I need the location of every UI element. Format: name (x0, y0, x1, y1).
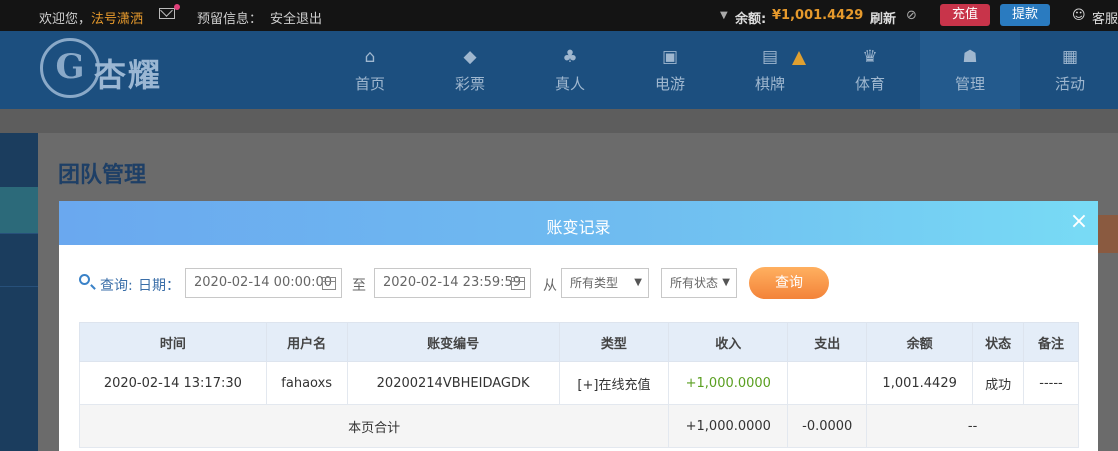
cell-remark: ----- (1023, 361, 1079, 405)
chat-icon[interactable]: ☺ (1072, 8, 1086, 23)
refresh-button[interactable]: 刷新 (870, 8, 896, 27)
from-label: 从 (543, 278, 557, 294)
notice-label: 预留信息： (197, 12, 263, 27)
column-header: 账变编号 (346, 322, 560, 362)
cell-username: fahaoxs (265, 361, 348, 405)
close-icon[interactable]: × (1068, 208, 1090, 236)
total-rest: -- (866, 404, 1079, 448)
column-header: 收入 (668, 322, 789, 362)
balance-value: ¥1,001.4429 (772, 8, 864, 23)
top-bar: 欢迎您， 法号潇洒 预留信息： 安全退出 ▼ 余额: ¥1,001.4429 刷… (0, 0, 1118, 31)
date-label: 日期： (138, 278, 180, 294)
query-button[interactable]: 查询 (749, 267, 829, 299)
logout-link[interactable]: 安全退出 (270, 8, 322, 27)
nav-label: 首页 (354, 75, 385, 93)
nav-management[interactable]: ☗ 管理 (920, 31, 1020, 109)
total-income: +1,000.0000 (668, 404, 789, 448)
management-icon: ☗ (962, 47, 978, 67)
page-title: 团队管理 (58, 163, 147, 188)
status-select[interactable]: 所有状态 ▼ (661, 268, 737, 298)
welcome-text: 欢迎您， (39, 12, 92, 27)
column-header: 余额 (866, 322, 974, 362)
nav-cards[interactable]: ▤ 棋牌 (720, 31, 820, 109)
nav-slots[interactable]: ▣ 电游 (620, 31, 720, 109)
column-header: 备注 (1023, 322, 1079, 362)
chevron-down-icon[interactable]: ▼ (720, 10, 728, 21)
table-row: 2020-02-14 13:17:30 fahaoxs 20200214VBHE… (79, 361, 1079, 405)
nav-label: 活动 (1054, 75, 1085, 93)
unread-dot (174, 4, 180, 10)
modal-header: 账变记录 × (59, 201, 1098, 245)
column-header: 用户名 (265, 322, 348, 362)
withdraw-button[interactable]: 提款 (1000, 4, 1051, 26)
nav-lottery[interactable]: ◆ 彩票 (420, 31, 520, 109)
column-header: 类型 (558, 322, 670, 362)
dropdown-arrow-icon: ▼ (722, 277, 730, 288)
gift-icon: ▦ (1061, 47, 1079, 67)
cell-balance: 1,001.4429 (866, 361, 974, 405)
hide-balance-icon[interactable]: ⊘ (906, 8, 920, 23)
cell-income: +1,000.0000 (668, 361, 789, 405)
nav-home[interactable]: ⌂ 首页 (320, 31, 420, 109)
nav-label: 电游 (654, 75, 685, 93)
end-date-input[interactable]: 2020-02-14 23:59:59 (374, 268, 531, 298)
transaction-table: 时间 用户名 账变编号 类型 收入 支出 余额 状态 备注 2020-02-14… (78, 322, 1079, 448)
logo-icon[interactable]: G (40, 38, 100, 98)
calendar-icon[interactable] (322, 277, 336, 290)
cell-transaction-id: 20200214VBHEIDAGDK (346, 361, 560, 405)
table-header-row: 时间 用户名 账变编号 类型 收入 支出 余额 状态 备注 (79, 322, 1079, 362)
cell-time: 2020-02-14 13:17:30 (79, 361, 267, 405)
trophy-icon: ♛ (862, 47, 878, 67)
cell-status: 成功 (972, 361, 1025, 405)
dropdown-arrow-icon: ▼ (634, 277, 642, 288)
sub-nav-bar (0, 109, 1118, 133)
table-total-row: 本页合计 +1,000.0000 -0.0000 -- (78, 404, 1079, 448)
sidebar (0, 133, 38, 451)
nav-live[interactable]: ♣ 真人 (520, 31, 620, 109)
recharge-button[interactable]: 充值 (940, 4, 991, 26)
calendar-icon[interactable] (511, 277, 525, 290)
background-tab-edge (1097, 215, 1118, 253)
type-select[interactable]: 所有类型 ▼ (561, 268, 649, 298)
start-date-input[interactable]: 2020-02-14 00:00:00 (185, 268, 342, 298)
username-link[interactable]: 法号潇洒 (91, 8, 143, 27)
cell-expense (787, 361, 868, 405)
column-header: 状态 (972, 322, 1025, 362)
home-icon: ⌂ (364, 47, 376, 67)
slot-game-icon: ▣ (661, 47, 679, 67)
column-header: 支出 (787, 322, 868, 362)
nav-sports[interactable]: ♛ 体育 (820, 31, 920, 109)
live-dealer-icon: ♣ (562, 47, 578, 67)
nav-label: 真人 (554, 75, 585, 93)
lottery-icon: ◆ (463, 47, 477, 67)
to-label: 至 (352, 278, 366, 294)
query-label: 查询: (100, 278, 133, 294)
sidebar-divider (0, 233, 38, 234)
nav-label: 棋牌 (754, 75, 785, 93)
sidebar-item-active[interactable] (0, 187, 38, 233)
nav-label: 体育 (854, 75, 885, 93)
service-link[interactable]: 客服 (1092, 8, 1118, 27)
balance-label: 余额: (735, 12, 767, 27)
logo-text[interactable]: 杏耀 (94, 50, 162, 96)
nav-label: 彩票 (454, 75, 485, 93)
modal-title: 账变记录 (546, 218, 611, 237)
nav-label: 管理 (954, 75, 985, 93)
hot-badge-icon (792, 51, 806, 65)
nav-promotions[interactable]: ▦ 活动 (1020, 31, 1118, 109)
total-label: 本页合计 (78, 404, 670, 448)
sidebar-divider (0, 286, 38, 287)
search-icon (79, 274, 90, 285)
total-expense: -0.0000 (787, 404, 868, 448)
mail-icon[interactable] (159, 8, 175, 19)
cell-type: [+]在线充值 (558, 361, 670, 405)
column-header: 时间 (79, 322, 267, 362)
